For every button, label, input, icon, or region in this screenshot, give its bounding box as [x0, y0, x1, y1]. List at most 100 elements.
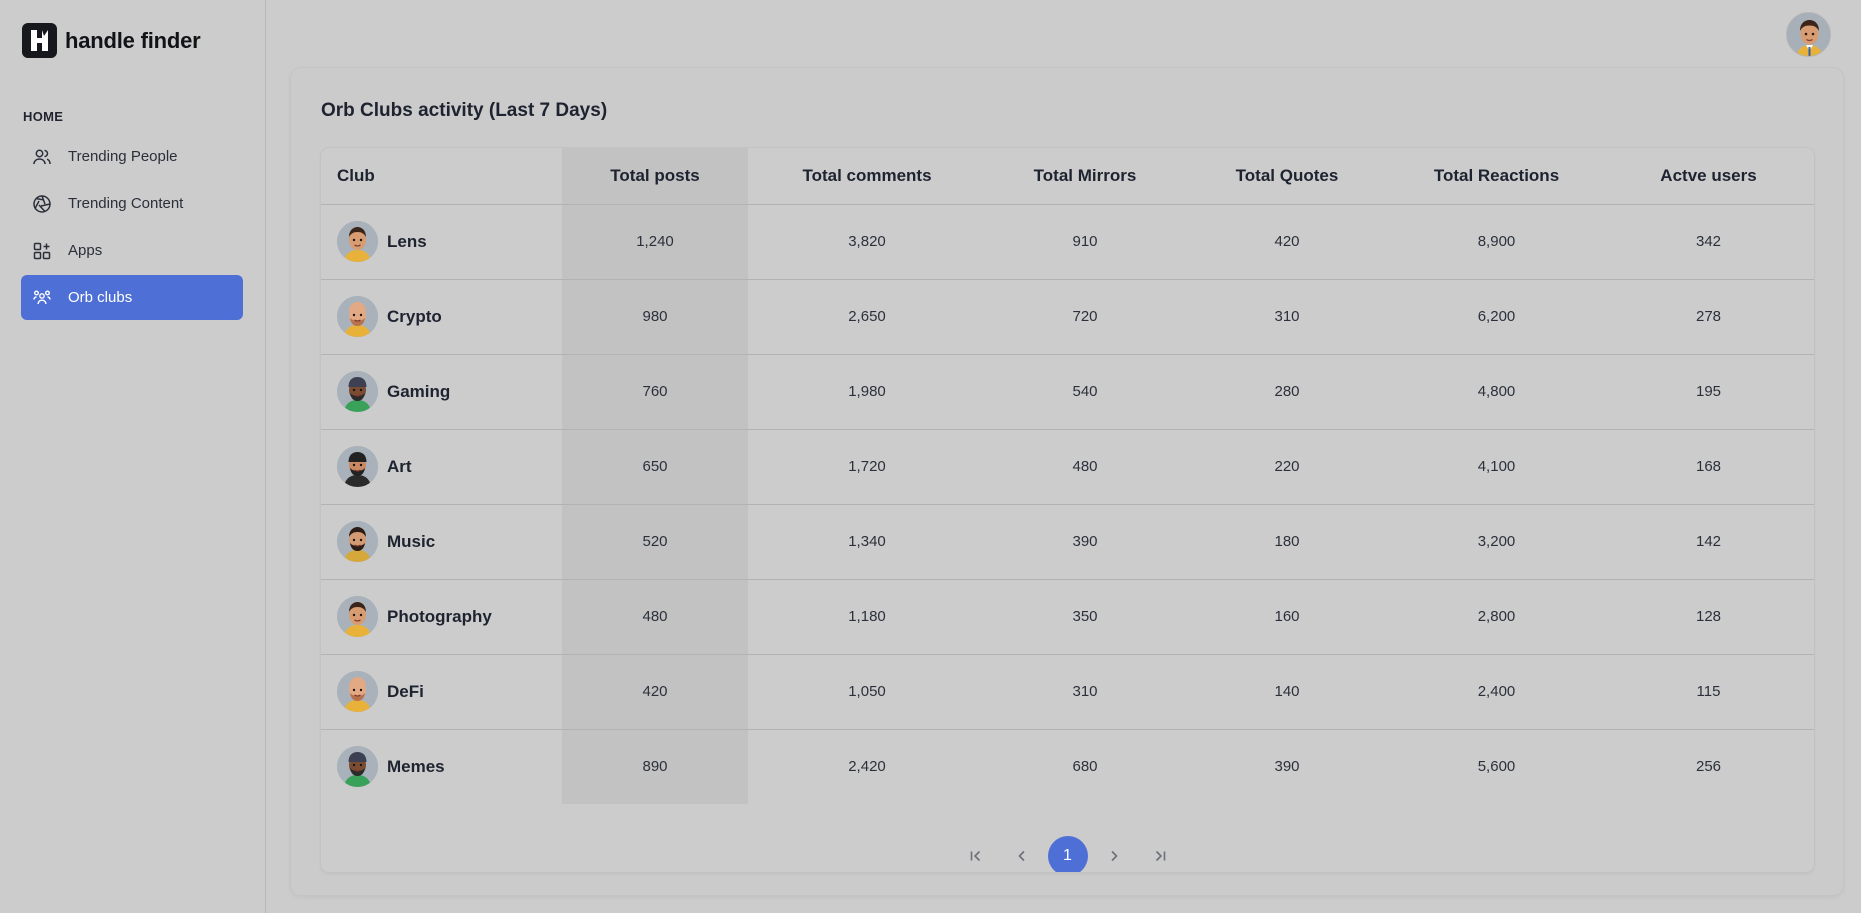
- cell-total-quotes: 180: [1184, 504, 1390, 580]
- cell-active-users: 142: [1603, 504, 1814, 580]
- table-row[interactable]: Art 650 1,720 480 220 4,100 168: [321, 429, 1814, 505]
- chevron-right-icon: [1110, 850, 1118, 862]
- sidebar-item-label: Trending People: [68, 148, 178, 165]
- table-row[interactable]: Lens 1,240 3,820 910 420 8,900 342: [321, 204, 1814, 280]
- first-page-icon: [970, 850, 980, 862]
- club-info: Memes: [337, 746, 562, 788]
- club-name[interactable]: Photography: [387, 607, 492, 627]
- sidebar-item-label: Orb clubs: [68, 289, 133, 306]
- cell-total-posts: 760: [562, 354, 748, 430]
- column-header-total-comments[interactable]: Total comments: [748, 148, 986, 205]
- column-header-active-users[interactable]: Actve users: [1603, 148, 1814, 205]
- cell-total-quotes: 390: [1274, 758, 1300, 776]
- cell-total-mirrors: 910: [986, 204, 1184, 280]
- cell-total-mirrors: 310: [986, 654, 1184, 730]
- club-info: Music: [337, 521, 562, 562]
- brand-name: handle finder: [65, 27, 201, 53]
- previous-page-button[interactable]: [1002, 836, 1042, 872]
- apps-grid-icon: [30, 239, 54, 263]
- club-avatar: [337, 371, 378, 412]
- cell-total-reactions: 4,100: [1390, 429, 1603, 505]
- table-row[interactable]: Memes 890 2,420 680 390 5,600 256: [321, 729, 1814, 804]
- cell-total-posts: 650: [562, 429, 748, 505]
- club-avatar: [337, 671, 378, 712]
- cell-active-users: 256: [1695, 758, 1722, 776]
- user-avatar[interactable]: [1786, 12, 1831, 57]
- table-row[interactable]: Photography 480 1,180 350 160 2,800 128: [321, 579, 1814, 655]
- column-header-total-quotes[interactable]: Total Quotes: [1184, 148, 1390, 205]
- cell-active-users: 278: [1603, 279, 1814, 355]
- cell-total-quotes: 160: [1184, 579, 1390, 655]
- cell-total-quotes: 220: [1184, 429, 1390, 505]
- cell-total-posts: 480: [562, 579, 748, 655]
- cell-club: Crypto: [321, 279, 562, 355]
- cell-active-users: 195: [1603, 354, 1814, 430]
- sidebar-nav: Trending People Trending Content Apps Or…: [21, 134, 243, 322]
- club-name[interactable]: Music: [387, 532, 435, 552]
- pagination: 1: [321, 836, 1814, 872]
- club-info: Art: [337, 446, 562, 487]
- club-avatar: [337, 446, 378, 487]
- sidebar-item-apps[interactable]: Apps: [21, 228, 243, 273]
- table-row[interactable]: Crypto 980 2,650 720 310 6,200 278: [321, 279, 1814, 355]
- club-avatar: [337, 221, 378, 262]
- sidebar-item-orb-clubs[interactable]: Orb clubs: [21, 275, 243, 320]
- cell-total-quotes: 420: [1184, 204, 1390, 280]
- cell-total-comments: 2,420: [848, 758, 886, 776]
- cell-total-comments: 2,650: [748, 279, 986, 355]
- cell-active-users: 115: [1603, 654, 1814, 730]
- cell-total-posts: 890: [642, 758, 668, 776]
- table-row[interactable]: Gaming 760 1,980 540 280 4,800 195: [321, 354, 1814, 430]
- club-avatar: [337, 521, 378, 562]
- cell-total-posts: 1,240: [562, 204, 748, 280]
- sidebar-item-label: Trending Content: [68, 195, 184, 212]
- club-name[interactable]: Lens: [387, 232, 427, 252]
- last-page-button[interactable]: [1140, 836, 1180, 872]
- cell-total-reactions: 4,800: [1390, 354, 1603, 430]
- table-row[interactable]: Music 520 1,340 390 180 3,200 142: [321, 504, 1814, 580]
- group-icon: [30, 286, 54, 310]
- sidebar-item-trending-content[interactable]: Trending Content: [21, 181, 243, 226]
- brand-logo[interactable]: handle finder: [22, 23, 201, 58]
- sidebar-item-trending-people[interactable]: Trending People: [21, 134, 243, 179]
- cell-total-posts: 520: [562, 504, 748, 580]
- cell-total-reactions: 2,800: [1390, 579, 1603, 655]
- clubs-table: Club Total posts Total comments Total Mi…: [321, 148, 1814, 804]
- club-name[interactable]: Crypto: [387, 307, 442, 327]
- cell-active-users: 128: [1603, 579, 1814, 655]
- club-name[interactable]: Gaming: [387, 382, 450, 402]
- cell-total-reactions: 8,900: [1390, 204, 1603, 280]
- column-header-total-reactions[interactable]: Total Reactions: [1390, 148, 1603, 205]
- next-page-button[interactable]: [1094, 836, 1134, 872]
- cell-total-comments: 1,340: [748, 504, 986, 580]
- club-info: Photography: [337, 596, 562, 637]
- club-info: Lens: [337, 221, 562, 262]
- club-name[interactable]: DeFi: [387, 682, 424, 702]
- cell-total-reactions: 2,400: [1390, 654, 1603, 730]
- cell-total-quotes: 280: [1184, 354, 1390, 430]
- column-header-club[interactable]: Club: [321, 148, 562, 205]
- cell-total-comments: 1,180: [748, 579, 986, 655]
- club-name[interactable]: Memes: [387, 757, 445, 777]
- table-header-row: Club Total posts Total comments Total Mi…: [321, 148, 1814, 205]
- cell-total-posts: 420: [562, 654, 748, 730]
- club-info: DeFi: [337, 671, 562, 712]
- first-page-button[interactable]: [956, 836, 996, 872]
- cell-club: Lens: [321, 204, 562, 280]
- club-info: Crypto: [337, 296, 562, 337]
- club-name[interactable]: Art: [387, 457, 412, 477]
- column-header-total-posts[interactable]: Total posts: [562, 148, 748, 205]
- cell-club: DeFi: [321, 654, 562, 730]
- logo-mark-icon: [22, 23, 57, 58]
- cell-total-mirrors: 680: [1072, 758, 1098, 776]
- last-page-icon: [1155, 850, 1165, 862]
- club-avatar: [337, 296, 378, 337]
- cell-club: Memes: [321, 729, 562, 804]
- page-number-button[interactable]: 1: [1047, 836, 1088, 872]
- cell-total-reactions: 6,200: [1390, 279, 1603, 355]
- users-icon: [30, 145, 54, 169]
- cell-total-mirrors: 540: [986, 354, 1184, 430]
- column-header-total-mirrors[interactable]: Total Mirrors: [986, 148, 1184, 205]
- cell-total-mirrors: 390: [986, 504, 1184, 580]
- table-row[interactable]: DeFi 420 1,050 310 140 2,400 115: [321, 654, 1814, 730]
